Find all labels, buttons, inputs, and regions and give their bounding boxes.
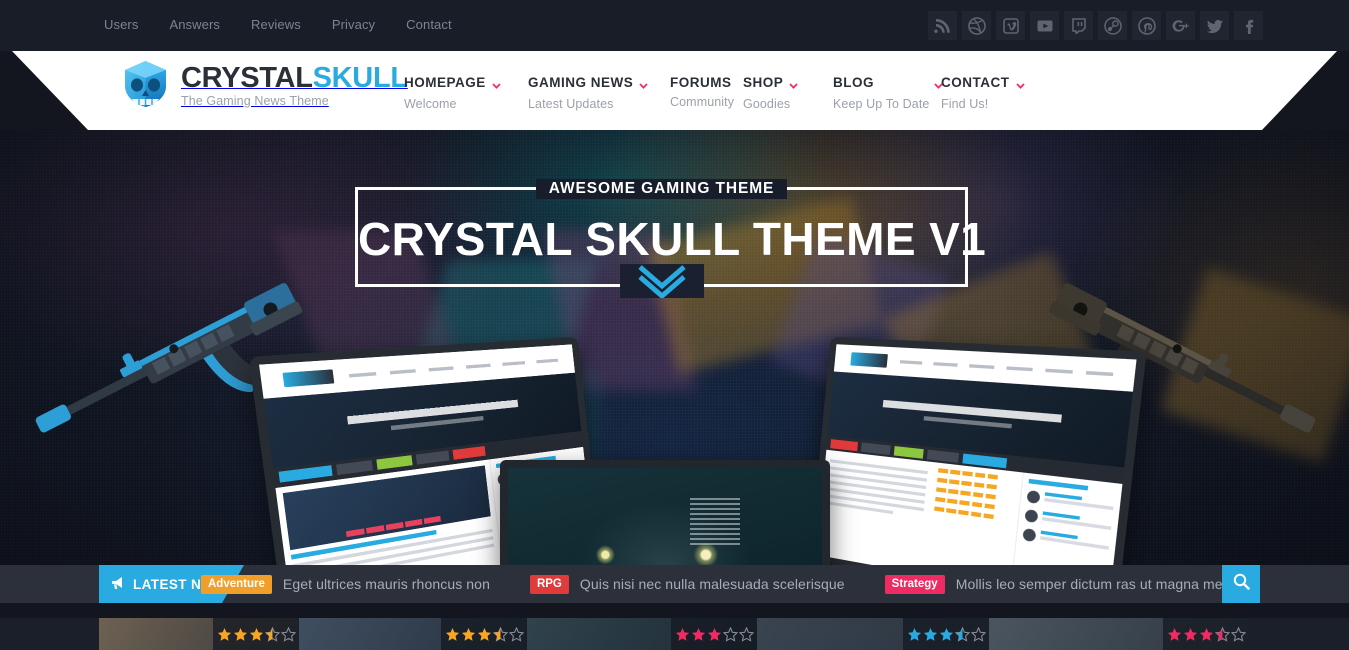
hero-title: CRYSTAL SKULL THEME V1 [358,213,987,265]
top-nav-link-users[interactable]: Users [104,17,138,33]
youtube-icon[interactable] [1030,11,1059,40]
twitch-icon[interactable] [1064,11,1093,40]
device-showcase [0,315,1349,565]
ticker-search-button[interactable] [1222,565,1260,603]
chevron-down-icon [789,76,798,94]
monitor-center [500,460,830,565]
rss-icon[interactable] [928,11,957,40]
top-nav-link-answers[interactable]: Answers [169,17,220,33]
hero-title-box: AWESOME GAMING THEME CRYSTAL SKULL THEME… [355,179,987,300]
pinterest-icon[interactable] [1132,11,1161,40]
chevron-down-icon [1015,76,1025,94]
steam-icon[interactable] [1098,11,1127,40]
review-tile-row [99,618,1249,650]
laptop-right [809,336,1147,565]
megaphone-icon [111,576,126,593]
main-nav: HOMEPAGE Welcome GAMING NEWS Latest Updates… [404,75,1025,111]
review-tile[interactable] [99,618,299,650]
search-icon [1233,573,1250,595]
main-nav-label: HOMEPAGE [404,75,486,90]
latest-news-bar: LATEST NEWS Adventure Eget ultrices mauri… [0,565,1349,603]
top-nav-link-privacy[interactable]: Privacy [332,17,375,33]
top-nav-link-contact[interactable]: Contact [406,17,452,33]
star-rating [903,618,989,650]
star-rating [671,618,757,650]
ticker-item[interactable]: RPG Quis nisi nec nulla malesuada sceleri… [529,574,885,594]
ticker-track: LATEST NEWS Adventure Eget ultrices mauri… [99,565,1259,603]
ticker-headline: Mollis leo semper dictum ras ut magna me… [955,576,1227,592]
chevron-down-icon [492,76,501,94]
twitter-icon[interactable] [1200,11,1229,40]
main-nav-subtitle: Welcome [404,97,457,111]
google-plus-icon[interactable] [1166,11,1195,40]
review-tile[interactable] [757,618,989,650]
main-nav-item-forums[interactable]: FORUMS Community [670,75,743,111]
star-rating [441,618,527,650]
main-nav-label: GAMING NEWS [528,75,634,90]
main-nav-subtitle: Keep Up To Date [833,97,930,111]
ticker-category-badge: Strategy [884,574,945,594]
double-chevron-down-icon [619,264,704,300]
ticker-item-list: Adventure Eget ultrices mauris rhoncus no… [201,565,1259,603]
main-nav-subtitle: Find Us! [941,97,989,111]
hero-scroll-down-button[interactable] [358,264,965,303]
star-rating [213,618,299,650]
main-nav-label: SHOP [743,75,784,90]
ticker-category-badge: Adventure [201,574,272,594]
ticker-category-badge: RPG [529,574,569,594]
hero-section: AWESOME GAMING THEME CRYSTAL SKULL THEME… [0,130,1349,565]
logo-tagline: The Gaming News Theme [181,93,329,108]
ticker-item[interactable]: Strategy Mollis leo semper dictum ras ut … [884,574,1259,594]
main-nav-item-homepage[interactable]: HOMEPAGE Welcome [404,75,528,111]
ticker-item[interactable]: Adventure Eget ultrices mauris rhoncus no… [201,574,530,594]
page-root: Users Answers Reviews Privacy Contact CR… [0,0,1349,650]
ticker-headline: Eget ultrices mauris rhoncus non [282,576,490,592]
main-nav-item-blog[interactable]: BLOG Keep Up To Date [833,75,943,111]
main-nav-subtitle: Community [670,95,735,109]
robot-artwork [508,468,822,565]
top-bar: Users Answers Reviews Privacy Contact [0,0,1349,51]
ticker-headline: Quis nisi nec nulla malesuada scelerisqu… [579,576,845,592]
hero-kicker-text: AWESOME GAMING THEME [535,179,788,199]
main-nav-item-contact[interactable]: CONTACT Find Us! [941,75,1025,111]
social-icon-list [928,11,1263,40]
review-tile[interactable] [527,618,757,650]
facebook-icon[interactable] [1234,11,1263,40]
chevron-down-icon [639,76,648,94]
main-nav-label: FORUMS [670,75,732,90]
main-nav-item-gaming-news[interactable]: GAMING NEWS Latest Updates [528,75,670,111]
hero-kicker: AWESOME GAMING THEME [358,179,965,199]
main-nav-subtitle: Latest Updates [528,97,614,111]
review-tile[interactable] [989,618,1249,650]
logo-name-secondary: SKULL [312,61,408,94]
main-nav-label: BLOG [833,75,874,90]
review-tile[interactable] [299,618,527,650]
logo-name-primary: CRYSTAL [181,61,313,94]
top-nav-link-reviews[interactable]: Reviews [251,17,301,33]
vimeo-icon[interactable] [996,11,1025,40]
crystal-skull-logo-icon [122,60,169,112]
main-nav-label: CONTACT [941,75,1010,90]
main-nav-item-shop[interactable]: SHOP Goodies [743,75,833,111]
site-logo[interactable]: CRYSTALSKULL The Gaming News Theme [122,60,408,112]
site-header: CRYSTALSKULL The Gaming News Theme HOMEP… [0,51,1349,130]
dribbble-icon[interactable] [962,11,991,40]
star-rating [1163,618,1249,650]
top-nav: Users Answers Reviews Privacy Contact [104,17,452,33]
main-nav-subtitle: Goodies [743,97,791,111]
logo-text-block: CRYSTALSKULL The Gaming News Theme [181,63,408,108]
